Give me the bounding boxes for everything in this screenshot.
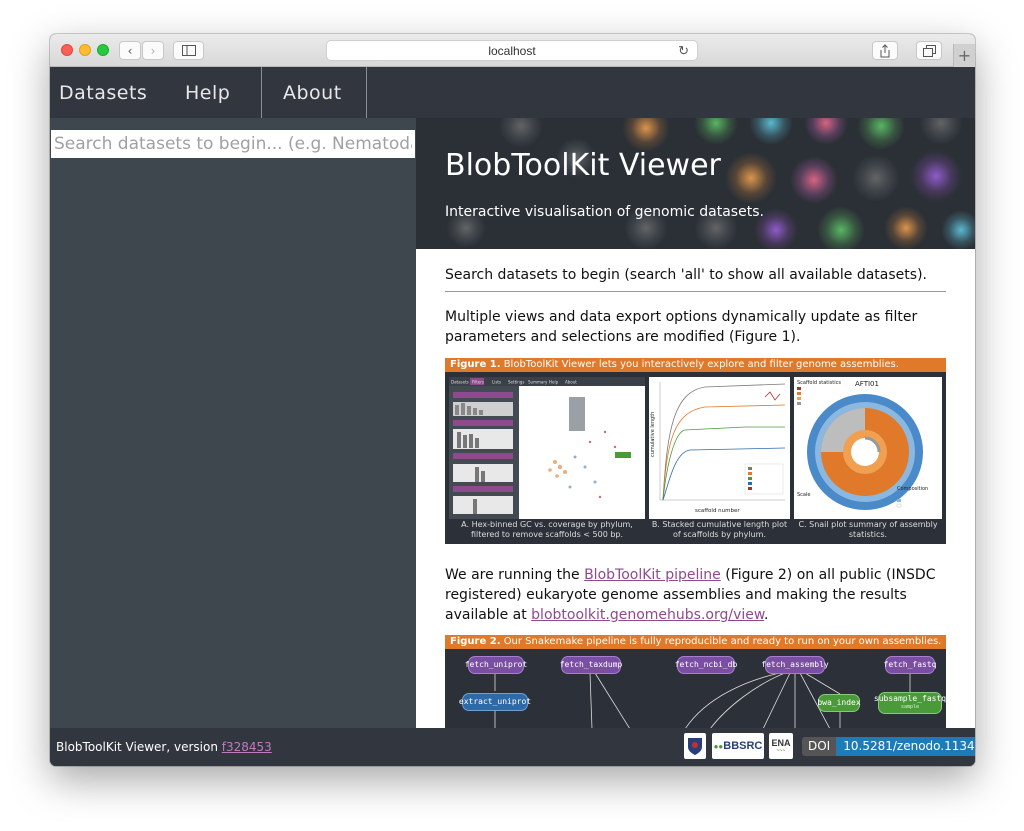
bbsrc-logo[interactable]: ●● BBSRC: [712, 733, 764, 759]
url-text: localhost: [488, 43, 536, 58]
new-tab-button[interactable]: +: [953, 44, 975, 67]
hero-title: BlobToolKit Viewer: [445, 148, 721, 183]
browser-titlebar: ‹ › localhost ↻ +: [50, 34, 975, 67]
views-text: Multiple views and data export options d…: [445, 309, 918, 345]
chevron-left-icon: ‹: [127, 43, 133, 58]
node-extract-uniprot: extract_uniprot: [459, 693, 531, 711]
zoom-window-button[interactable]: [97, 44, 109, 56]
snail-legend-title: Scaffold statistics: [797, 380, 841, 386]
sidebar-toggle-button[interactable]: [173, 41, 204, 60]
figure-2-caption: Figure 2. Our Snakemake pipeline is full…: [445, 635, 946, 649]
scale-label: Scale: [797, 492, 810, 498]
sidebar: [50, 118, 416, 728]
node-fetch-taxdump: fetch_taxdump: [560, 656, 622, 674]
svg-text:Settings: Settings: [508, 380, 524, 385]
nav-divider: [366, 67, 367, 118]
doi-badge[interactable]: DOI 10.5281/zenodo.1134794: [802, 737, 975, 756]
cumulative-ylabel: cumulative length: [650, 412, 656, 457]
footer: BlobToolKit Viewer, version f328453 ●● BB…: [50, 728, 975, 766]
tabs-overview-button[interactable]: [916, 41, 942, 60]
nav-datasets[interactable]: Datasets: [59, 67, 147, 118]
svg-text:Summary: Summary: [528, 380, 548, 385]
nav-help[interactable]: Help: [185, 67, 230, 118]
node-fetch-assembly: fetch_assembly: [761, 656, 829, 674]
close-window-button[interactable]: [61, 44, 73, 56]
node-fetch-ncbi-db: fetch_ncbi_db: [675, 656, 737, 674]
bbsrc-dots-icon: ●●: [713, 741, 724, 751]
intro-text: Search datasets to begin (search 'all' t…: [445, 267, 927, 283]
reload-icon[interactable]: ↻: [678, 43, 689, 59]
figure-1-caption: Figure 1. BlobToolKit Viewer lets you in…: [445, 358, 946, 372]
node-bwa-index: bwa_index: [817, 694, 861, 712]
dataset-search-input[interactable]: [51, 130, 415, 158]
chevron-right-icon: ›: [150, 43, 156, 58]
browser-window: ‹ › localhost ↻ + Datasets Help About Se…: [50, 34, 975, 766]
main-content[interactable]: BlobToolKit Viewer Interactive visualisa…: [416, 118, 975, 728]
pipeline-text: We are running the BlobToolKit pipeline …: [445, 567, 936, 623]
version-link[interactable]: f328453: [222, 740, 272, 754]
panel-b-caption: B. Stacked cumulative length plot of sca…: [651, 520, 788, 539]
version-text: BlobToolKit Viewer, version f328453: [56, 740, 272, 754]
sidebar-icon: [181, 45, 196, 56]
back-button[interactable]: ‹: [119, 41, 141, 60]
minimize-window-button[interactable]: [79, 44, 91, 56]
pipeline-link[interactable]: BlobToolKit pipeline: [584, 567, 721, 583]
divider: [445, 291, 946, 292]
nav-about[interactable]: About: [283, 67, 342, 118]
figure-1: Figure 1. BlobToolKit Viewer lets you in…: [445, 358, 946, 544]
plus-icon: +: [957, 46, 972, 65]
cumulative-xlabel: scaffold number: [695, 508, 740, 514]
svg-text:Datasets: Datasets: [451, 380, 469, 385]
panel-a-caption: A. Hex-binned GC vs. coverage by phylum,…: [461, 520, 633, 539]
tabs-icon: [922, 44, 936, 57]
doi-label: DOI: [802, 737, 837, 756]
svg-text:Lists: Lists: [492, 380, 501, 385]
node-fetch-uniprot: fetch_uniprot: [465, 656, 527, 674]
svg-text:Filters: Filters: [472, 380, 484, 385]
address-bar[interactable]: localhost ↻: [326, 40, 698, 61]
crest-icon: [688, 738, 702, 755]
composition-label: Composition: [897, 486, 928, 492]
svg-text:Help: Help: [549, 380, 559, 385]
hero-subtitle: Interactive visualisation of genomic dat…: [445, 204, 764, 220]
nav-divider: [261, 67, 262, 118]
ena-wave-icon: ~~~: [776, 748, 786, 754]
figure-2: Figure 2. Our Snakemake pipeline is full…: [445, 635, 946, 728]
figure-1-panels: Datasets Filters Lists Settings Summary …: [449, 377, 942, 519]
top-nav: Datasets Help About: [50, 67, 975, 118]
forward-button[interactable]: ›: [142, 41, 164, 60]
share-icon: [880, 43, 890, 57]
hex-background-image: [446, 118, 975, 249]
doi-value: 10.5281/zenodo.1134794: [836, 737, 975, 756]
university-crest-logo[interactable]: [684, 733, 706, 759]
viewer-url-link[interactable]: blobtoolkit.genomehubs.org/view: [531, 607, 764, 623]
share-button[interactable]: [872, 41, 898, 60]
hero-banner: BlobToolKit Viewer Interactive visualisa…: [416, 118, 975, 249]
snail-title: AFTI01: [855, 380, 879, 388]
ena-logo[interactable]: ENA ~~~: [769, 733, 793, 759]
svg-text:About: About: [565, 380, 577, 385]
panel-c-caption: C. Snail plot summary of assembly statis…: [798, 520, 938, 539]
node-fetch-fastq: fetch_fastq: [884, 656, 937, 674]
node-subsample-fastq: subsample_fastq sample: [874, 692, 946, 714]
